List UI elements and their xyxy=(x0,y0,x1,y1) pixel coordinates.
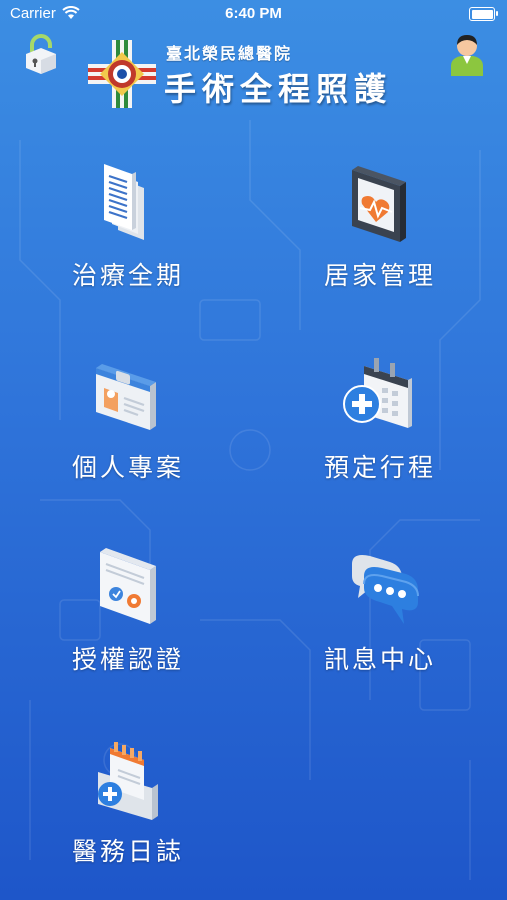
chat-bubbles-icon xyxy=(352,555,419,624)
menu-item-medical-journal[interactable]: 醫務日誌 xyxy=(28,736,228,886)
app-title: 手術全程照護 xyxy=(164,70,393,108)
menu-item-message-center[interactable]: 訊息中心 xyxy=(280,544,480,694)
hospital-name: 臺北榮民總醫院 xyxy=(166,44,293,63)
menu-item-label: 訊息中心 xyxy=(323,645,436,674)
menu-item-label: 授權認證 xyxy=(71,645,184,674)
menu-item-authorization[interactable]: 授權認證 xyxy=(28,544,228,694)
hospital-emblem-icon xyxy=(88,40,156,108)
menu-item-treatment-period[interactable]: 治療全期 xyxy=(28,160,228,310)
user-profile-button[interactable] xyxy=(449,32,485,76)
menu-item-schedule[interactable]: 預定行程 xyxy=(280,352,480,502)
menu-item-label: 醫務日誌 xyxy=(71,837,184,866)
heart-tablet-icon xyxy=(352,166,406,242)
app-header: 臺北榮民總醫院 手術全程照護 xyxy=(0,28,507,118)
menu-item-label: 個人專案 xyxy=(71,453,184,482)
battery-icon xyxy=(469,7,498,21)
menu-item-label: 預定行程 xyxy=(323,453,436,482)
id-card-icon xyxy=(96,364,156,430)
lock-button[interactable] xyxy=(22,34,60,76)
menu-item-home-care[interactable]: 居家管理 xyxy=(280,160,480,310)
menu-item-label: 居家管理 xyxy=(323,261,436,290)
user-profile-icon xyxy=(451,35,483,76)
menu-item-personal-project[interactable]: 個人專案 xyxy=(28,352,228,502)
document-stack-icon xyxy=(104,164,144,240)
authorization-document-icon xyxy=(100,548,156,624)
menu-item-label: 治療全期 xyxy=(71,261,184,290)
medical-journal-icon xyxy=(98,742,158,820)
status-time: 6:40 PM xyxy=(225,5,282,22)
calendar-medical-icon xyxy=(343,358,412,428)
status-bar: Carrier 6:40 PM xyxy=(0,0,507,28)
lock-icon xyxy=(26,34,56,74)
